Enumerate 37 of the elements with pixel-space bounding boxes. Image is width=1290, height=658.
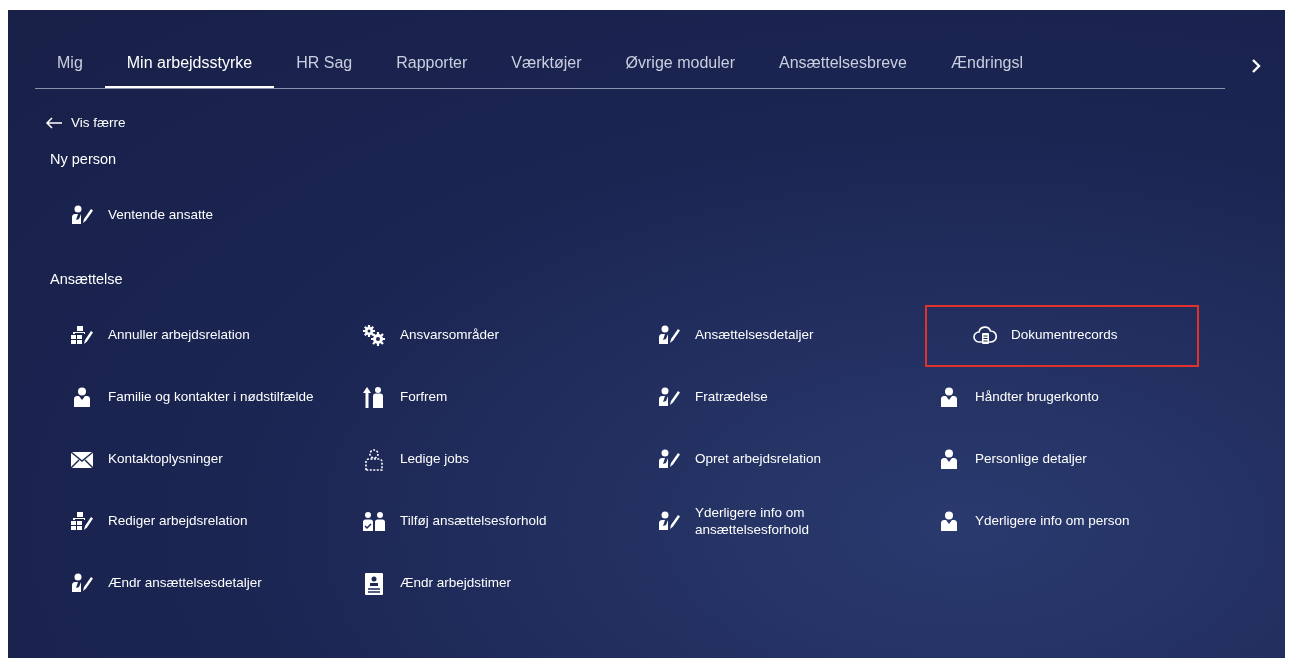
task-link[interactable]: Familie og kontakter i nødstilfælde: [58, 366, 344, 429]
task-link[interactable]: Opret arbejdsrelation: [645, 428, 919, 491]
task-link[interactable]: Dokumentrecords: [925, 304, 1199, 367]
task-link[interactable]: Ansættelsesdetaljer: [645, 304, 919, 367]
task-link[interactable]: Yderligere info om ansættelsesforhold: [645, 490, 919, 553]
tab[interactable]: Ændringsl: [929, 44, 1046, 88]
task-link[interactable]: Kontaktoplysninger: [58, 428, 344, 491]
tab[interactable]: Øvrige moduler: [603, 44, 757, 88]
promotion-icon: [362, 385, 386, 410]
tab[interactable]: Min arbejdsstyrke: [104, 44, 275, 88]
task-link[interactable]: Håndter brugerkonto: [925, 366, 1199, 429]
section-heading: Ansættelse: [50, 270, 124, 287]
task-link[interactable]: Rediger arbejdsrelation: [58, 490, 344, 553]
chevron-right-icon[interactable]: [1249, 58, 1263, 74]
back-link[interactable]: Vis færre: [45, 115, 126, 130]
section-heading: Ny person: [50, 150, 118, 167]
task-link[interactable]: Ledige jobs: [350, 428, 639, 491]
task-link[interactable]: Ansvarsområder: [350, 304, 639, 367]
id-badge-icon: [362, 571, 386, 596]
tab[interactable]: Værktøjer: [489, 44, 604, 88]
tab[interactable]: HR Sag: [274, 44, 375, 88]
task-link[interactable]: Ventende ansatte: [58, 184, 344, 247]
dashed-person-icon: [362, 447, 386, 472]
tab[interactable]: Ansættelsesbreve: [756, 44, 929, 88]
task-link[interactable]: Ændr arbejdstimer: [350, 552, 639, 615]
task-link[interactable]: Ændr ansættelsesdetaljer: [58, 552, 344, 615]
task-link[interactable]: Tilføj ansættelsesforhold: [350, 490, 639, 553]
gears-icon: [362, 323, 386, 348]
task-link[interactable]: Personlige detaljer: [925, 428, 1199, 491]
back-arrow-icon: [45, 116, 63, 129]
task-link[interactable]: Annuller arbejdsrelation: [58, 304, 344, 367]
tab[interactable]: Rapporter: [374, 44, 490, 88]
task-link[interactable]: Yderligere info om person: [925, 490, 1199, 553]
tab[interactable]: Mig: [35, 44, 105, 88]
task-link[interactable]: Forfrem: [350, 366, 639, 429]
task-link[interactable]: Fratrædelse: [645, 366, 919, 429]
two-persons-icon: [362, 509, 386, 534]
